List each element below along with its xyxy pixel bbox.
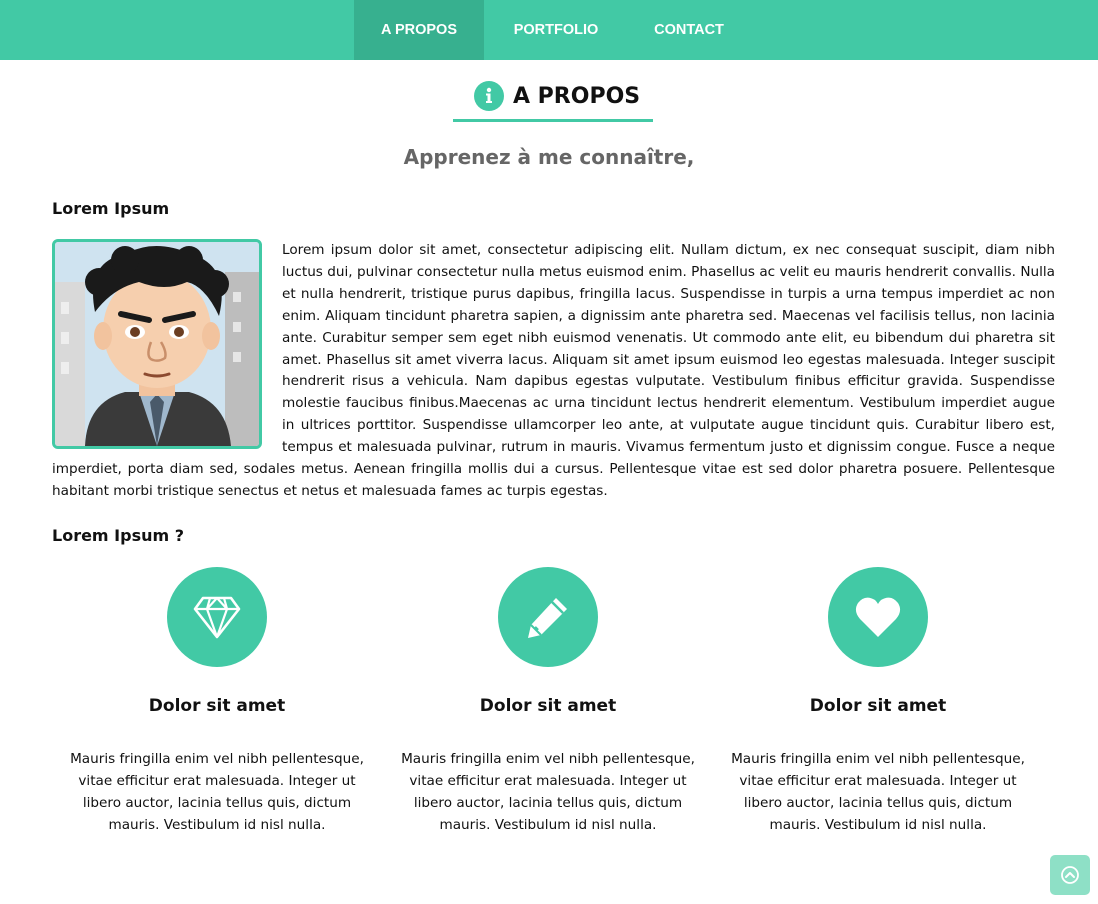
nav-item-a-propos[interactable]: A PROPOS	[354, 0, 484, 60]
feature-circle	[167, 567, 267, 667]
about-block: Lorem ipsum dolor sit amet, consectetur …	[52, 239, 1055, 503]
info-icon	[474, 81, 504, 111]
feature-card: Dolor sit amet Mauris fringilla enim vel…	[713, 567, 1043, 836]
feature-title: Dolor sit amet	[148, 696, 286, 716]
feature-text: Mauris fringilla enim vel nibh pellentes…	[70, 751, 364, 833]
section-title: A PROPOS	[513, 84, 641, 109]
scroll-to-top-button[interactable]	[1050, 855, 1090, 895]
feature-text: Mauris fringilla enim vel nibh pellentes…	[401, 751, 695, 833]
nav-item-portfolio[interactable]: PORTFOLIO	[494, 0, 618, 60]
about-heading: Lorem Ipsum	[52, 199, 170, 218]
feature-card: Dolor sit amet Mauris fringilla enim vel…	[52, 567, 382, 836]
avatar	[52, 239, 262, 449]
feature-text: Mauris fringilla enim vel nibh pellentes…	[731, 751, 1025, 833]
feature-circle	[828, 567, 928, 667]
feature-circle	[498, 567, 598, 667]
pencil-icon	[528, 598, 567, 638]
diamond-icon	[193, 596, 241, 639]
navbar: A PROPOS PORTFOLIO CONTACT	[0, 0, 1098, 60]
section-subtitle: Apprenez à me connaître,	[403, 145, 695, 169]
heart-icon	[855, 597, 901, 637]
feature-title: Dolor sit amet	[479, 696, 617, 716]
feature-title: Dolor sit amet	[809, 696, 947, 716]
feature-card: Dolor sit amet Mauris fringilla enim vel…	[383, 567, 713, 836]
chevron-up-icon	[1061, 866, 1079, 884]
nav-item-contact[interactable]: CONTACT	[628, 0, 750, 60]
features-heading: Lorem Ipsum ?	[52, 526, 185, 545]
